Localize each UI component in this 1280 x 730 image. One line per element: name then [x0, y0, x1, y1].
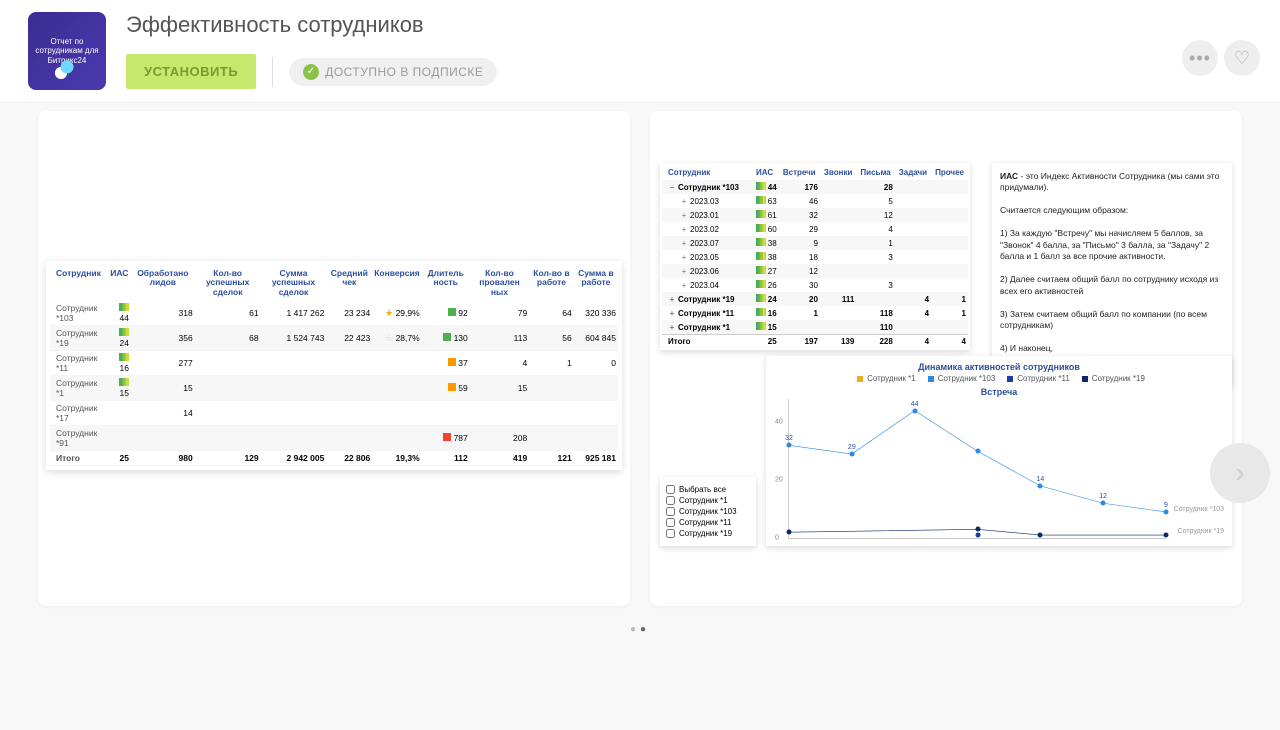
divider	[272, 57, 273, 87]
employee-checkbox[interactable]: Сотрудник *103	[666, 507, 750, 516]
install-button[interactable]: УСТАНОВИТЬ	[126, 54, 256, 89]
page-title: Эффективность сотрудников	[126, 12, 497, 38]
employee-checkbox[interactable]: Сотрудник *19	[666, 529, 750, 538]
select-all-checkbox[interactable]: Выбрать все	[666, 485, 750, 494]
screenshot-gallery: СотрудникИАСОбработано лидовКол-во успеш…	[0, 103, 1280, 614]
employee-checkbox[interactable]: Сотрудник *1	[666, 496, 750, 505]
employee-filter: Выбрать все Сотрудник *1 Сотрудник *103 Со…	[660, 477, 756, 546]
screenshot-1[interactable]: СотрудникИАСОбработано лидовКол-во успеш…	[38, 111, 630, 606]
ias-table: СотрудникИАСВстречиЗвонкиПисьмаЗадачиПро…	[660, 163, 970, 350]
heart-icon: ♡	[1234, 48, 1250, 69]
check-icon: ✓	[303, 64, 319, 80]
ias-description: ИАС - это Индекс Активности Сотрудника (…	[992, 163, 1232, 385]
more-button[interactable]: •••	[1182, 40, 1218, 76]
report-table-1: СотрудникИАСОбработано лидовКол-во успеш…	[50, 265, 618, 466]
app-header: Отчет по сотрудникам для Битрикс24 Эффек…	[0, 0, 1280, 103]
app-icon: Отчет по сотрудникам для Битрикс24	[28, 12, 106, 90]
employee-checkbox[interactable]: Сотрудник *11	[666, 518, 750, 527]
subscription-badge: ✓ ДОСТУПНО В ПОДПИСКЕ	[289, 58, 497, 86]
screenshot-2[interactable]: СотрудникИАСВстречиЗвонкиПисьмаЗадачиПро…	[650, 111, 1242, 606]
next-arrow[interactable]: ›	[1210, 443, 1270, 503]
favorite-button[interactable]: ♡	[1224, 40, 1260, 76]
pagination-dots[interactable]: ●●	[0, 624, 1280, 635]
chevron-right-icon: ›	[1235, 457, 1244, 489]
activity-chart: Динамика активностей сотрудников Сотрудн…	[766, 356, 1232, 546]
